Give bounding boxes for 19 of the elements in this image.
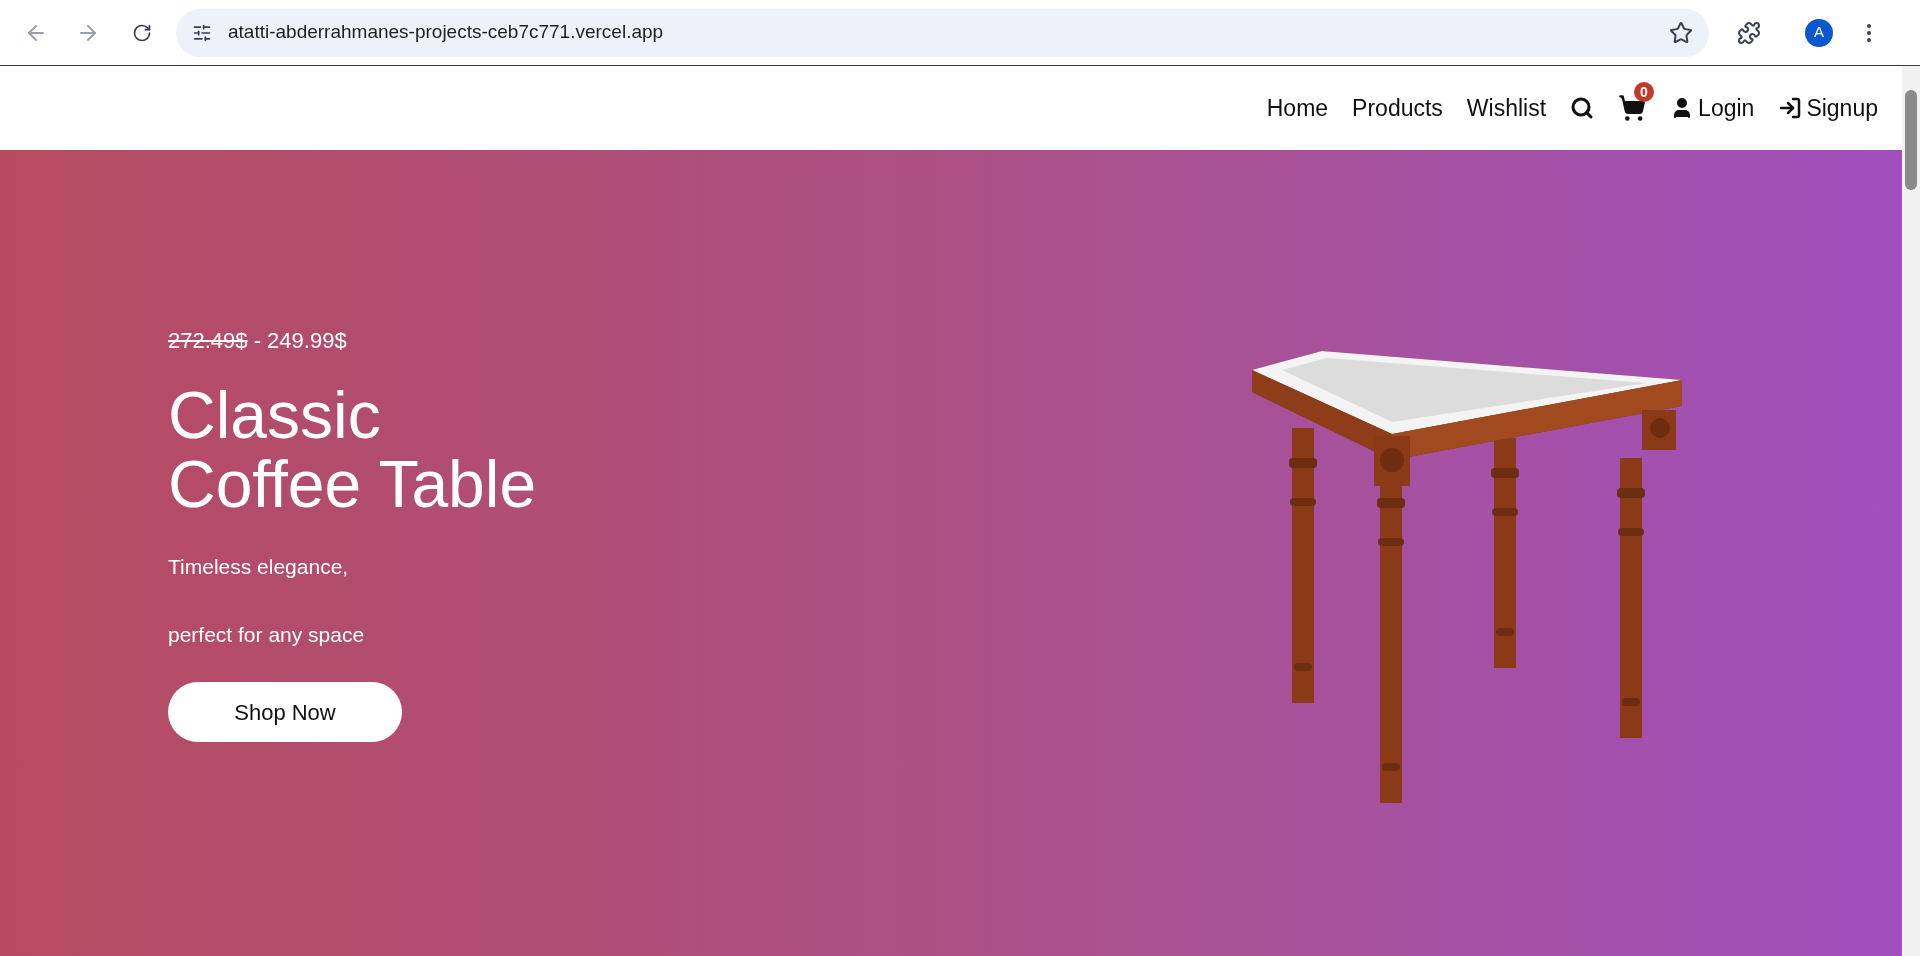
signup-link[interactable]: Signup: [1778, 90, 1878, 126]
shop-now-button[interactable]: Shop Now: [168, 682, 402, 743]
sign-in-arrow-icon: [1778, 96, 1803, 120]
nav-link[interactable]: Home: [1266, 90, 1329, 126]
address-bar[interactable]: atatti-abderrahmanes-projects-ceb7c771.vercel.app: [176, 8, 1709, 57]
site-settings-icon[interactable]: [192, 22, 212, 43]
reload-icon[interactable]: [132, 22, 152, 43]
hero-description: Timeless elegance, perfect for any space: [168, 554, 366, 648]
hero-title: Classic Coffee Table: [168, 380, 537, 520]
nav-link[interactable]: Wishlist: [1466, 90, 1547, 126]
profile-avatar[interactable]: A: [1805, 18, 1833, 47]
price: 272.49$ - 249.99$: [168, 326, 348, 355]
cart-count-badge: 0: [1634, 82, 1654, 102]
bookmark-star-icon[interactable]: [1669, 20, 1693, 45]
extensions-icon[interactable]: [1737, 20, 1761, 45]
login-link[interactable]: Login: [1670, 90, 1755, 126]
search-icon[interactable]: [1570, 96, 1595, 120]
nav-link[interactable]: Products: [1352, 90, 1443, 126]
url-text: atatti-abderrahmanes-projects-ceb7c771.vercel.app: [228, 20, 665, 45]
